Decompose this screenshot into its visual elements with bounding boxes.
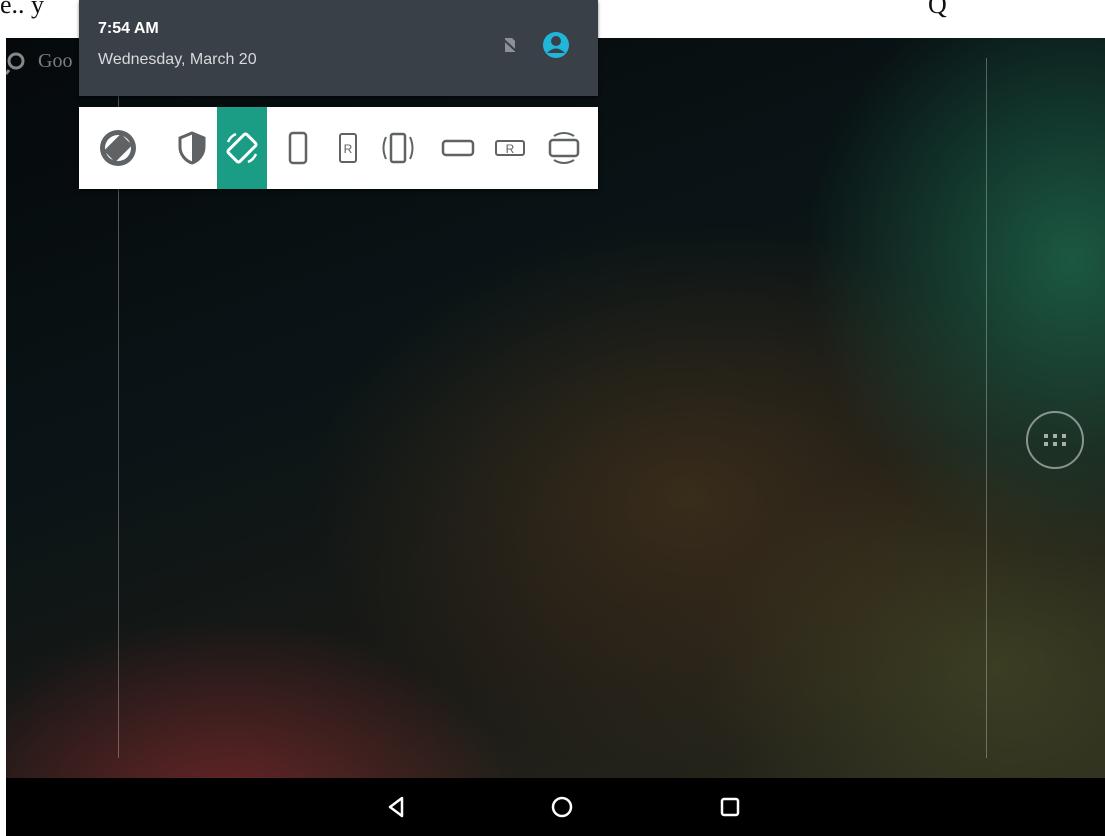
home-button-icon[interactable] xyxy=(547,792,577,822)
landscape-icon xyxy=(441,139,475,157)
auto-rotate-circle-icon xyxy=(100,130,136,166)
rotation-toolbar: R R xyxy=(79,107,598,189)
landscape-button[interactable] xyxy=(433,107,483,189)
auto-rotate-circle-button[interactable] xyxy=(93,107,143,189)
reverse-landscape-button[interactable]: R xyxy=(485,107,535,189)
portrait-sensor-icon xyxy=(382,132,414,164)
document-text-right: Q xyxy=(928,0,947,19)
recents-button-icon[interactable] xyxy=(715,792,745,822)
auto-rotate-button[interactable] xyxy=(217,107,267,189)
landscape-sensor-icon xyxy=(548,132,580,164)
auto-rotate-icon xyxy=(226,132,258,164)
search-bar-label[interactable]: Goo xyxy=(38,50,72,73)
reverse-landscape-icon: R xyxy=(495,140,525,156)
right-page-guide xyxy=(986,58,987,758)
no-sim-icon xyxy=(503,38,517,53)
app-drawer-button[interactable] xyxy=(1026,411,1084,469)
user-avatar-icon[interactable] xyxy=(542,31,570,59)
shield-button[interactable] xyxy=(167,107,217,189)
portrait-icon xyxy=(288,131,308,165)
reverse-landscape-label: R xyxy=(506,142,515,156)
search-icon[interactable] xyxy=(6,50,34,78)
reverse-portrait-label: R xyxy=(344,142,353,156)
portrait-sensor-button[interactable] xyxy=(373,107,423,189)
landscape-sensor-button[interactable] xyxy=(539,107,589,189)
reverse-portrait-button[interactable]: R xyxy=(323,107,373,189)
reverse-portrait-icon: R xyxy=(339,133,357,163)
clock-time: 7:54 AM xyxy=(98,20,159,37)
shield-icon xyxy=(178,131,206,165)
clock-date: Wednesday, March 20 xyxy=(98,51,257,68)
portrait-button[interactable] xyxy=(273,107,323,189)
document-text-left: e.. y xyxy=(0,0,45,19)
notification-header[interactable]: 7:54 AM Wednesday, March 20 xyxy=(79,0,598,96)
apps-grid-icon xyxy=(1044,434,1066,446)
navigation-bar xyxy=(6,778,1105,836)
back-button-icon[interactable] xyxy=(382,792,412,822)
